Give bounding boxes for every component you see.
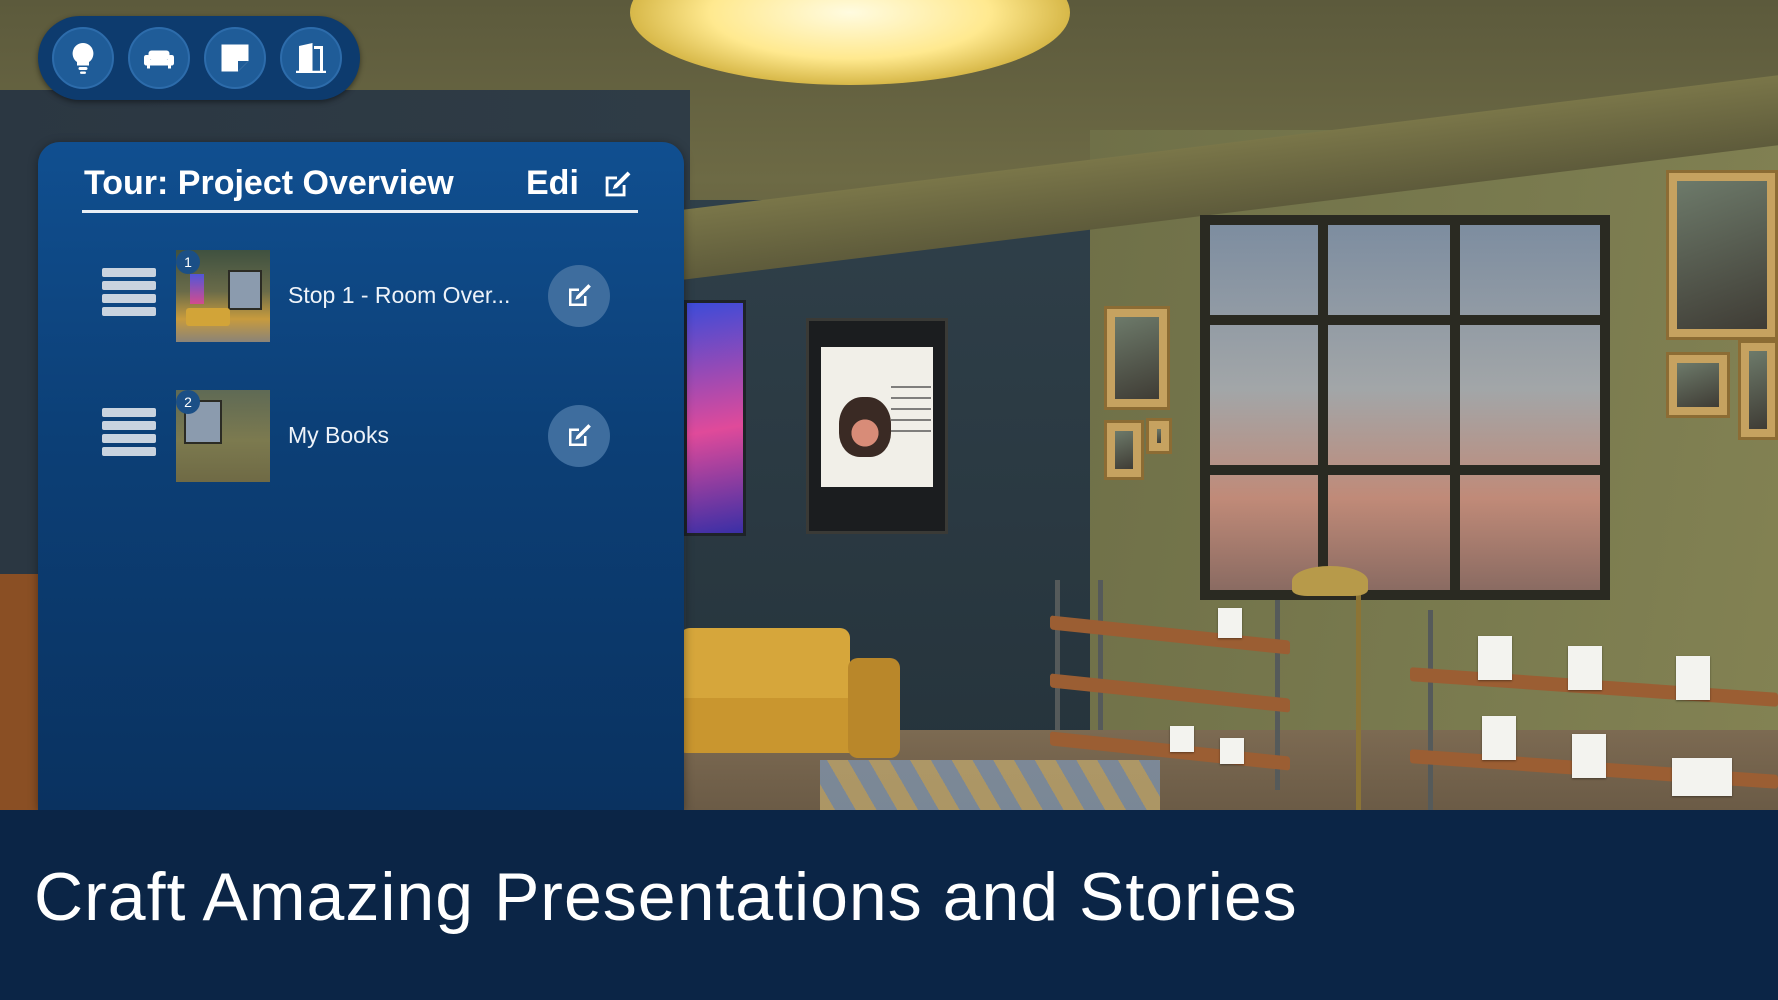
- abstract-painting[interactable]: [684, 300, 746, 536]
- floor-lamp: [1356, 580, 1361, 810]
- book-card[interactable]: [1572, 734, 1606, 778]
- lightbulb-button[interactable]: [52, 27, 114, 89]
- poster-frame[interactable]: [806, 318, 948, 534]
- lightbulb-icon: [72, 43, 94, 74]
- book-card[interactable]: [1568, 646, 1602, 690]
- tour-title: Tour: Project Overview: [84, 164, 454, 202]
- couch: [680, 628, 906, 778]
- title-divider: [82, 210, 638, 213]
- stop-number-badge: 2: [176, 390, 200, 414]
- top-toolbar: [38, 16, 360, 100]
- photo-frame[interactable]: [1666, 352, 1730, 418]
- book-card[interactable]: [1478, 636, 1512, 680]
- tour-panel: Tour: Project Overview Edi 1 Stop 1 - Ro…: [38, 142, 684, 810]
- photo-frame[interactable]: [1666, 170, 1778, 340]
- caption-text: Craft Amazing Presentations and Stories: [34, 859, 1298, 935]
- door-icon: [296, 43, 326, 73]
- photo-frame[interactable]: [1104, 306, 1170, 410]
- shelf-post: [1055, 580, 1060, 730]
- photo-frame[interactable]: [1146, 418, 1172, 454]
- shelf-post: [1098, 580, 1103, 730]
- book-card[interactable]: [1220, 738, 1244, 764]
- stop-number-badge: 1: [176, 250, 200, 274]
- tour-stop-row[interactable]: 1 Stop 1 - Room Over...: [38, 248, 684, 344]
- edit-icon[interactable]: [600, 168, 634, 202]
- dresser: [0, 574, 40, 810]
- furniture-button[interactable]: [128, 27, 190, 89]
- edit-icon: [569, 284, 591, 306]
- note-button[interactable]: [204, 27, 266, 89]
- drag-handle-icon[interactable]: [102, 408, 156, 464]
- caption-bar: Craft Amazing Presentations and Stories: [0, 810, 1778, 1000]
- stop-label[interactable]: My Books: [288, 422, 389, 449]
- drag-handle-icon[interactable]: [102, 268, 156, 324]
- tour-edit-label[interactable]: Edi: [526, 164, 579, 203]
- edit-stop-button[interactable]: [548, 405, 610, 467]
- edit-icon: [569, 424, 591, 446]
- shelf-post: [1428, 610, 1433, 810]
- book-card[interactable]: [1170, 726, 1194, 752]
- sofa-icon: [144, 50, 174, 69]
- book-card[interactable]: [1482, 716, 1516, 760]
- photo-frame[interactable]: [1104, 420, 1144, 480]
- book-card[interactable]: [1218, 608, 1242, 638]
- photo-frame[interactable]: [1738, 340, 1778, 440]
- stop-label[interactable]: Stop 1 - Room Over...: [288, 282, 510, 309]
- window: [1200, 215, 1610, 600]
- sticky-note-icon: [221, 44, 249, 72]
- edit-stop-button[interactable]: [548, 265, 610, 327]
- floor-lamp-head: [1292, 566, 1368, 596]
- door-button[interactable]: [280, 27, 342, 89]
- book-card[interactable]: [1672, 758, 1732, 796]
- book-card[interactable]: [1676, 656, 1710, 700]
- tour-stop-row[interactable]: 2 My Books: [38, 388, 684, 484]
